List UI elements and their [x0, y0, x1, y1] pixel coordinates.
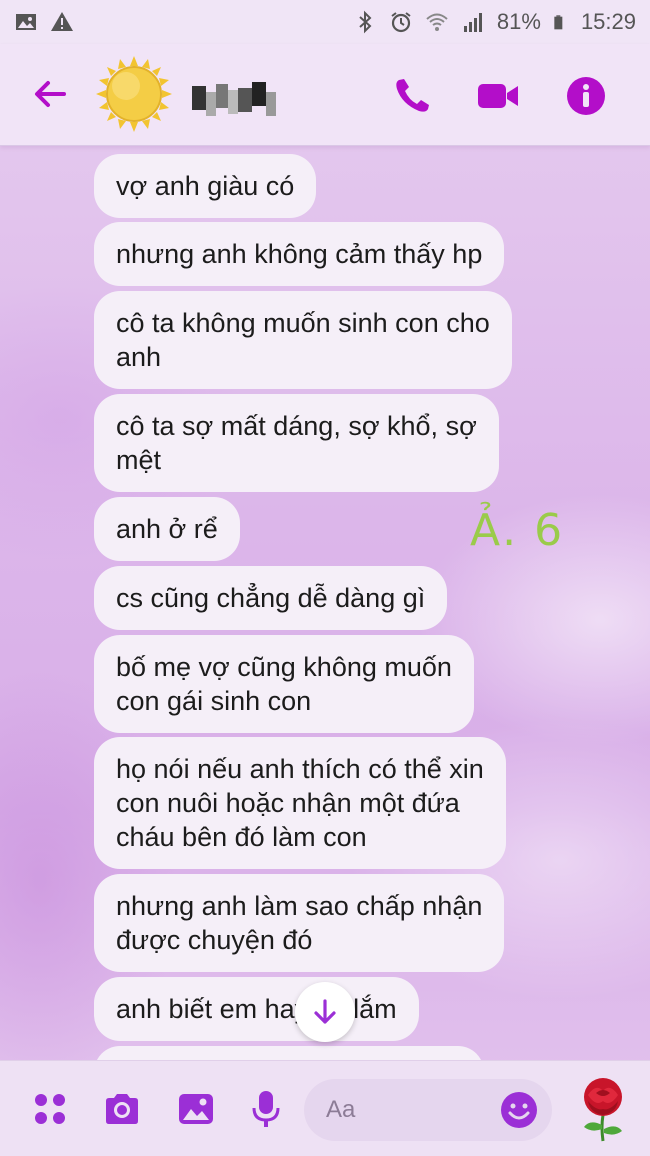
arrow-down-icon [314, 999, 336, 1024]
battery-icon [554, 15, 563, 30]
message-bubble[interactable]: cô ta sợ mất dáng, sợ khổ, sợ mệt [94, 394, 499, 492]
message-bubble[interactable]: vợ anh giàu có [94, 154, 317, 218]
message-bubble-partial[interactable] [94, 1046, 484, 1060]
message-list[interactable]: vợ anh giàu có nhưng anh không cảm thấy … [0, 146, 650, 1060]
rose-icon[interactable] [576, 1077, 630, 1143]
message-bubble[interactable]: nhưng anh làm sao chấp nhận được chuyện … [94, 874, 505, 972]
message-bubble[interactable]: bố mẹ vợ cũng không muốn con gái sinh co… [94, 635, 474, 733]
status-bar: 81% 15:29 [0, 0, 650, 44]
emoji-icon[interactable] [500, 1091, 538, 1129]
info-icon[interactable] [564, 74, 608, 118]
message-bubble[interactable]: anh biết em hay nh lắm [94, 977, 419, 1041]
alarm-icon [391, 12, 411, 33]
conversation-header [0, 44, 650, 146]
back-arrow-icon[interactable] [30, 74, 70, 114]
message-input-container[interactable] [304, 1079, 552, 1141]
sun-avatar[interactable] [96, 56, 172, 132]
message-bubble[interactable]: nhưng anh không cảm thấy hp [94, 222, 505, 286]
menu-dots-icon[interactable] [30, 1089, 70, 1129]
status-time: 15:29 [580, 9, 636, 34]
contact-name-redacted [192, 82, 282, 116]
warning-icon [51, 12, 73, 31]
gallery-icon[interactable] [176, 1089, 216, 1129]
phone-icon[interactable] [390, 74, 434, 118]
microphone-icon[interactable] [246, 1089, 286, 1129]
scroll-to-bottom-button[interactable] [295, 982, 355, 1042]
message-input[interactable] [326, 1093, 496, 1127]
message-bubble[interactable]: anh ở rể [94, 497, 240, 561]
composer-bar [0, 1060, 650, 1156]
message-bubble[interactable]: họ nói nếu anh thích có thể xin con nuôi… [94, 737, 506, 869]
wifi-icon [426, 13, 448, 31]
bluetooth-icon [359, 10, 372, 34]
message-bubble[interactable]: cs cũng chẳng dễ dàng gì [94, 566, 448, 630]
handwritten-annotation: Ả. 6 [470, 505, 565, 556]
video-icon[interactable] [476, 74, 520, 118]
message-bubble[interactable]: cô ta không muốn sinh con cho anh [94, 291, 512, 389]
camera-icon[interactable] [102, 1089, 142, 1129]
image-notification-icon [16, 14, 36, 30]
battery-percent: 81% [496, 9, 541, 34]
signal-icon [463, 13, 482, 32]
